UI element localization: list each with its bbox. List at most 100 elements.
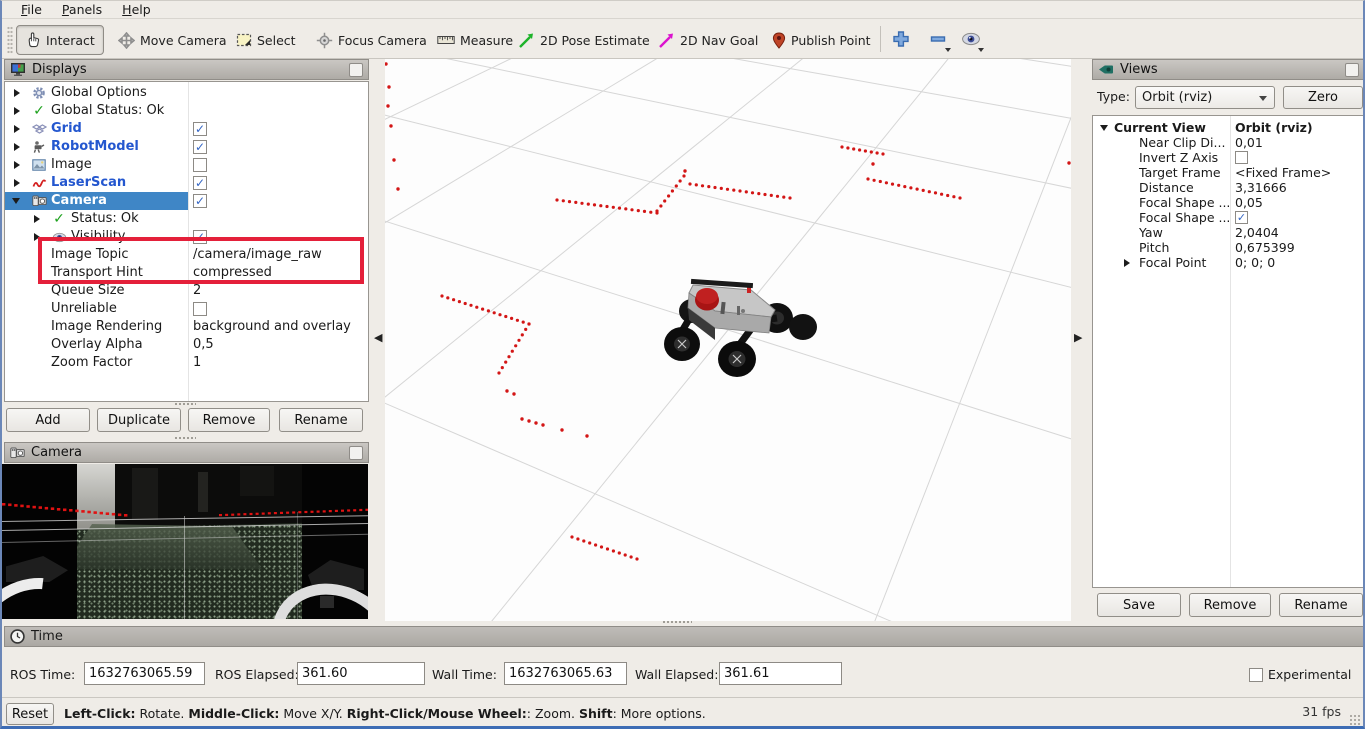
tree-row-invert-z[interactable]: Invert Z Axis (1093, 150, 1364, 165)
panel-float-button[interactable] (349, 63, 363, 77)
expander-icon[interactable] (1124, 259, 1130, 267)
expand-right-panel-arrow[interactable]: ▶ (1074, 331, 1082, 344)
property-value[interactable]: 0,01 (1235, 135, 1263, 150)
rename-view-button[interactable]: Rename (1279, 593, 1363, 617)
tree-row-laserscan[interactable]: LaserScan (5, 174, 368, 192)
camera-icon (10, 447, 25, 459)
rename-button[interactable]: Rename (279, 408, 363, 432)
menu-help[interactable]: Help (113, 1, 160, 18)
displays-panel-header[interactable]: Displays (4, 59, 369, 80)
expander-icon[interactable] (14, 179, 20, 187)
expander-icon[interactable] (12, 198, 20, 204)
tree-row-image-rendering[interactable]: Image Rendering background and overlay (5, 318, 368, 336)
expander-icon[interactable] (14, 125, 20, 133)
collapse-left-panel-arrow[interactable]: ◀ (374, 331, 382, 344)
tree-row-grid[interactable]: Grid (5, 120, 368, 138)
expander-icon[interactable] (1100, 125, 1108, 131)
expander-icon[interactable] (14, 89, 20, 97)
remove-button[interactable]: Remove (188, 408, 270, 432)
tree-row-distance[interactable]: Distance 3,31666 (1093, 180, 1364, 195)
enable-checkbox[interactable] (193, 122, 207, 136)
enable-checkbox[interactable] (193, 140, 207, 154)
tree-row-near-clip[interactable]: Near Clip Di... 0,01 (1093, 135, 1364, 150)
property-value[interactable]: <Fixed Frame> (1235, 165, 1331, 180)
expander-icon[interactable] (14, 143, 20, 151)
enable-checkbox[interactable] (1235, 211, 1248, 224)
tree-row-yaw[interactable]: Yaw 2,0404 (1093, 225, 1364, 240)
window-resize-grip[interactable] (1349, 714, 1361, 726)
resize-handle[interactable] (174, 436, 196, 440)
tree-row-current-view[interactable]: Current View Orbit (rviz) (1093, 120, 1364, 135)
measure-tool-button[interactable]: Measure (429, 25, 521, 55)
enable-checkbox[interactable] (193, 194, 207, 208)
property-value[interactable]: 0; 0; 0 (1235, 255, 1275, 270)
expander-icon[interactable] (34, 215, 40, 223)
zero-button[interactable]: Zero (1283, 86, 1363, 109)
save-button[interactable]: Save (1097, 593, 1181, 617)
property-value[interactable]: 3,31666 (1235, 180, 1287, 195)
experimental-checkbox[interactable] (1249, 668, 1263, 682)
focus-camera-tool-button[interactable]: Focus Camera (308, 25, 435, 55)
property-value[interactable]: 0,05 (1235, 195, 1263, 210)
tree-row-focal-point[interactable]: Focal Point 0; 0; 0 (1093, 255, 1364, 270)
duplicate-button[interactable]: Duplicate (97, 408, 181, 432)
enable-checkbox[interactable] (193, 158, 207, 172)
tree-row-overlay-alpha[interactable]: Overlay Alpha 0,5 (5, 336, 368, 354)
add-display-button[interactable] (888, 28, 914, 50)
property-value[interactable]: 2 (193, 283, 201, 298)
tree-row-focal-shape-fixed[interactable]: Focal Shape ... (1093, 210, 1364, 225)
property-value[interactable]: background and overlay (193, 319, 351, 334)
tree-row-image[interactable]: Image (5, 156, 368, 174)
panel-float-button[interactable] (349, 446, 363, 460)
enable-checkbox[interactable] (1235, 151, 1248, 164)
move-camera-tool-button[interactable]: Move Camera (110, 25, 235, 55)
tree-row-robotmodel[interactable]: RobotModel (5, 138, 368, 156)
toolbar-drag-handle[interactable] (7, 26, 13, 54)
ros-time-label: ROS Time: (10, 667, 75, 682)
property-value[interactable]: 0,675399 (1235, 240, 1295, 255)
publish-point-tool-button[interactable]: Publish Point (764, 25, 879, 55)
tree-row-queue-size[interactable]: Queue Size 2 (5, 282, 368, 300)
enable-checkbox[interactable] (193, 176, 207, 190)
camera-panel-header[interactable]: Camera (4, 442, 369, 463)
expander-icon[interactable] (14, 107, 20, 115)
views-panel-header[interactable]: Views (1092, 59, 1365, 80)
view-type-combobox[interactable]: Orbit (rviz) (1135, 86, 1275, 109)
expander-icon[interactable] (14, 161, 20, 169)
property-value: Orbit (rviz) (1235, 120, 1313, 135)
property-value[interactable]: 1 (193, 355, 201, 370)
property-value[interactable]: 2,0404 (1235, 225, 1279, 240)
ros-elapsed-input[interactable] (297, 662, 425, 685)
enable-checkbox[interactable] (193, 302, 207, 316)
panel-float-button[interactable] (1345, 63, 1359, 77)
remove-display-button[interactable] (925, 28, 951, 50)
tree-row-camera[interactable]: Camera (5, 192, 368, 210)
visibility-button[interactable] (958, 28, 984, 50)
tree-row-focal-shape-size[interactable]: Focal Shape ... 0,05 (1093, 195, 1364, 210)
pose-estimate-tool-button[interactable]: 2D Pose Estimate (510, 25, 658, 55)
tree-row-global-status[interactable]: ✓ Global Status: Ok (5, 102, 368, 120)
remove-view-button[interactable]: Remove (1189, 593, 1271, 617)
interact-tool-button[interactable]: Interact (16, 25, 104, 55)
ros-time-input[interactable] (84, 662, 205, 685)
menu-panels[interactable]: Panels (53, 1, 111, 18)
3d-viewport[interactable] (385, 59, 1071, 621)
tree-row-target-frame[interactable]: Target Frame <Fixed Frame> (1093, 165, 1364, 180)
time-panel-header[interactable]: Time (4, 626, 1365, 647)
tree-row-zoom-factor[interactable]: Zoom Factor 1 (5, 354, 368, 372)
tree-row-camera-status[interactable]: ✓ Status: Ok (5, 210, 368, 228)
select-tool-button[interactable]: Select (228, 25, 304, 55)
nav-goal-tool-button[interactable]: 2D Nav Goal (650, 25, 766, 55)
resize-handle[interactable] (662, 620, 692, 624)
focus-crosshair-icon (316, 32, 333, 49)
tree-row-pitch[interactable]: Pitch 0,675399 (1093, 240, 1364, 255)
add-button[interactable]: Add (6, 408, 90, 432)
wall-elapsed-input[interactable] (719, 662, 842, 685)
reset-button[interactable]: Reset (6, 703, 54, 725)
tree-row-global-options[interactable]: Global Options (5, 84, 368, 102)
wall-time-input[interactable] (504, 662, 627, 685)
property-value[interactable]: 0,5 (193, 337, 214, 352)
tree-row-unreliable[interactable]: Unreliable (5, 300, 368, 318)
menu-file[interactable]: File (12, 1, 51, 18)
resize-handle[interactable] (174, 402, 196, 406)
